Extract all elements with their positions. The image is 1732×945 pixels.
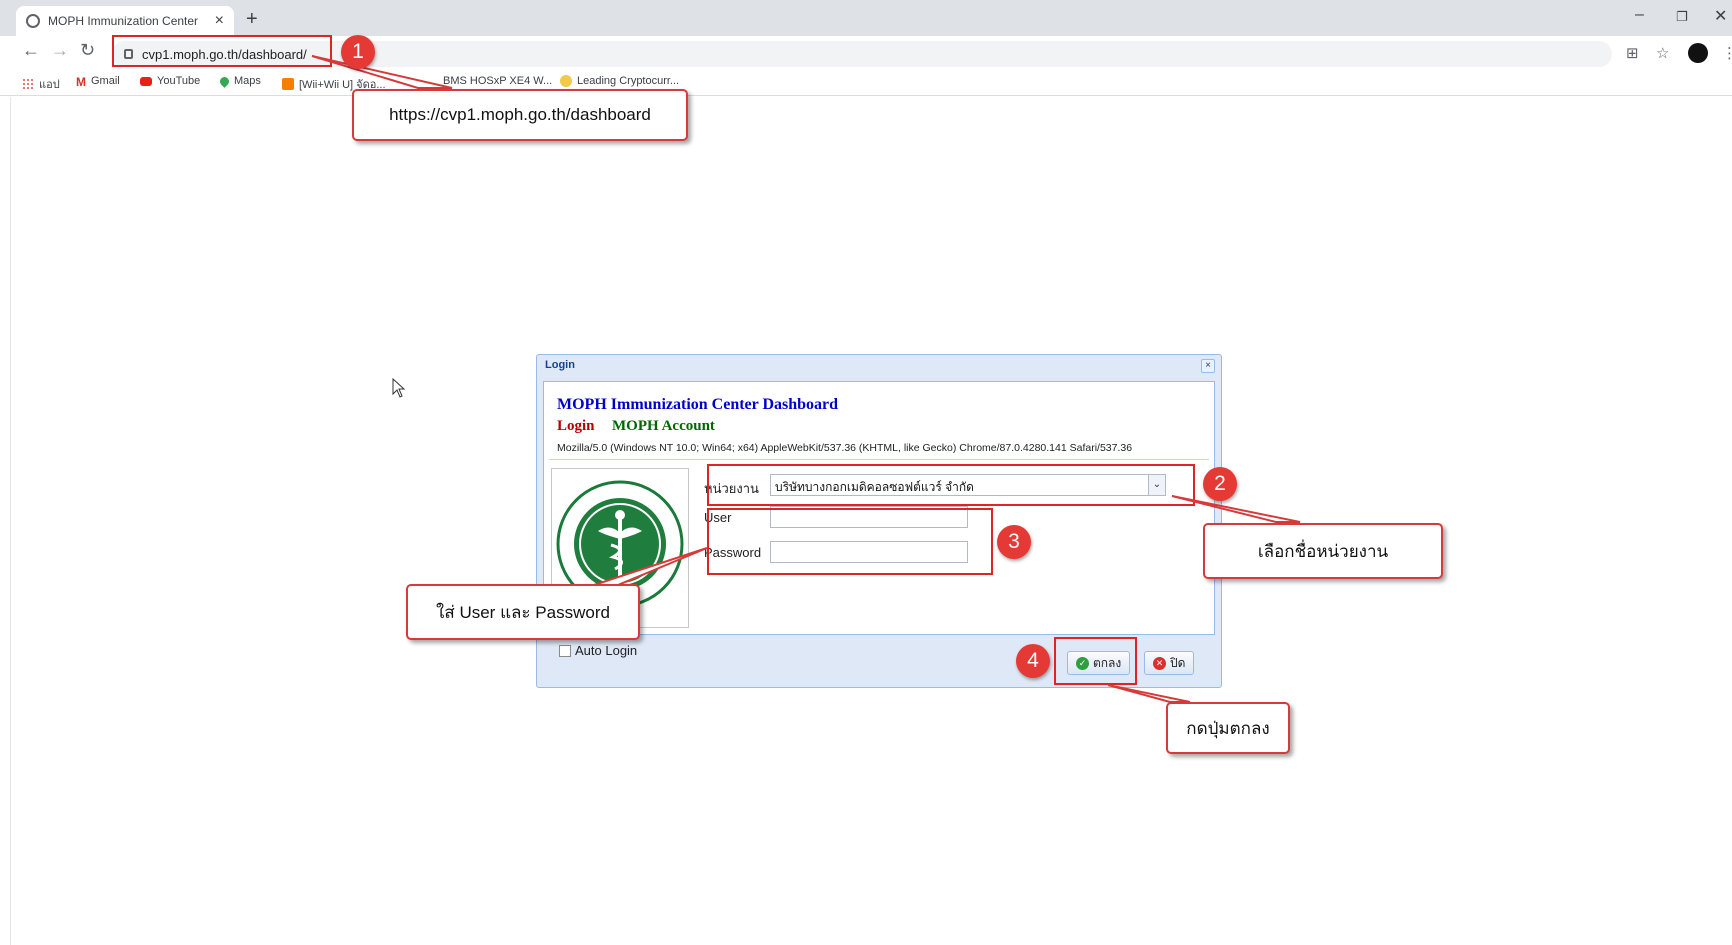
mouse-cursor-icon xyxy=(392,378,406,398)
menu-icon[interactable]: ⋮ xyxy=(1722,44,1732,62)
back-icon[interactable]: ← xyxy=(22,40,40,61)
callout-credentials: ใส่ User และ Password xyxy=(406,584,640,640)
browser-tab-bar: MOPH Immunization Center × + – ❐ ✕ xyxy=(0,0,1732,36)
step-badge-4: 4 xyxy=(1016,644,1050,678)
bookmark-hosxp[interactable]: BMS HOSxP XE4 W... xyxy=(443,75,552,87)
login-close-icon[interactable]: × xyxy=(1201,359,1215,373)
new-tab-button[interactable]: + xyxy=(246,8,258,31)
apps-icon xyxy=(22,78,34,90)
blogger-icon xyxy=(282,78,294,90)
callout-unit: เลือกชื่อหน่วยงาน xyxy=(1203,523,1443,579)
highlight-ok-button xyxy=(1054,637,1137,685)
bookmark-gmail[interactable]: M Gmail xyxy=(76,75,120,89)
close-button[interactable]: ✕ ปิด xyxy=(1144,651,1195,675)
bookmark-apps[interactable]: แอป xyxy=(22,75,60,93)
restore-icon[interactable]: ❐ xyxy=(1676,9,1688,25)
translate-icon[interactable]: ⊞ xyxy=(1626,44,1639,62)
step-badge-1: 1 xyxy=(341,35,375,69)
coin-icon xyxy=(560,75,572,87)
bookmark-label: Leading Cryptocurr... xyxy=(577,75,680,87)
user-agent-text: Mozilla/5.0 (Windows NT 10.0; Win64; x64… xyxy=(557,442,1133,454)
gmail-icon: M xyxy=(76,75,86,89)
bookmark-star-icon[interactable]: ☆ xyxy=(1656,44,1669,62)
callout-url: https://cvp1.moph.go.th/dashboard xyxy=(352,89,688,141)
step-badge-2: 2 xyxy=(1203,467,1237,501)
account-heading: MOPH Account xyxy=(612,418,715,434)
tab-title: MOPH Immunization Center xyxy=(48,14,199,28)
bookmarks-bar: แอป M Gmail YouTube Maps [Wii+Wii U] จัด… xyxy=(0,70,1732,96)
cancel-icon: ✕ xyxy=(1153,656,1166,670)
app-title: MOPH Immunization Center Dashboard xyxy=(557,396,839,413)
window-close-icon[interactable]: ✕ xyxy=(1714,6,1727,26)
browser-tab[interactable]: MOPH Immunization Center × xyxy=(16,6,234,36)
maps-icon xyxy=(218,74,231,88)
highlight-credentials xyxy=(707,508,993,575)
login-heading: Login xyxy=(557,418,595,434)
globe-icon xyxy=(26,14,40,28)
divider xyxy=(549,459,1209,460)
bookmark-label: แอป xyxy=(39,79,60,91)
youtube-icon xyxy=(140,76,152,86)
highlight-unit-select xyxy=(707,464,1195,506)
minimize-icon[interactable]: – xyxy=(1635,6,1644,24)
profile-avatar[interactable] xyxy=(1688,43,1708,63)
login-window-title: Login xyxy=(545,359,575,371)
checkbox-icon[interactable] xyxy=(559,644,571,657)
highlight-address-bar xyxy=(112,35,332,67)
bookmark-crypto[interactable]: Leading Cryptocurr... xyxy=(560,75,679,87)
address-bar[interactable]: cvp1.moph.go.th/dashboard/ xyxy=(112,41,1612,67)
bookmark-maps[interactable]: Maps xyxy=(218,74,261,88)
close-button-label: ปิด xyxy=(1170,655,1186,670)
bookmark-youtube[interactable]: YouTube xyxy=(140,75,200,87)
step-badge-3: 3 xyxy=(997,525,1031,559)
tab-close-icon[interactable]: × xyxy=(215,12,224,30)
forward-icon[interactable]: → xyxy=(51,40,69,61)
bookmark-label: Maps xyxy=(234,75,261,87)
bookmark-label: YouTube xyxy=(157,75,201,87)
bookmark-label: BMS HOSxP XE4 W... xyxy=(443,75,553,87)
auto-login-label: Auto Login xyxy=(575,643,638,658)
reload-icon[interactable]: ↻ xyxy=(80,40,95,61)
bookmark-label: Gmail xyxy=(91,75,120,87)
callout-ok: กดปุ่มตกลง xyxy=(1166,702,1290,754)
auto-login-checkbox[interactable]: Auto Login xyxy=(559,643,637,658)
